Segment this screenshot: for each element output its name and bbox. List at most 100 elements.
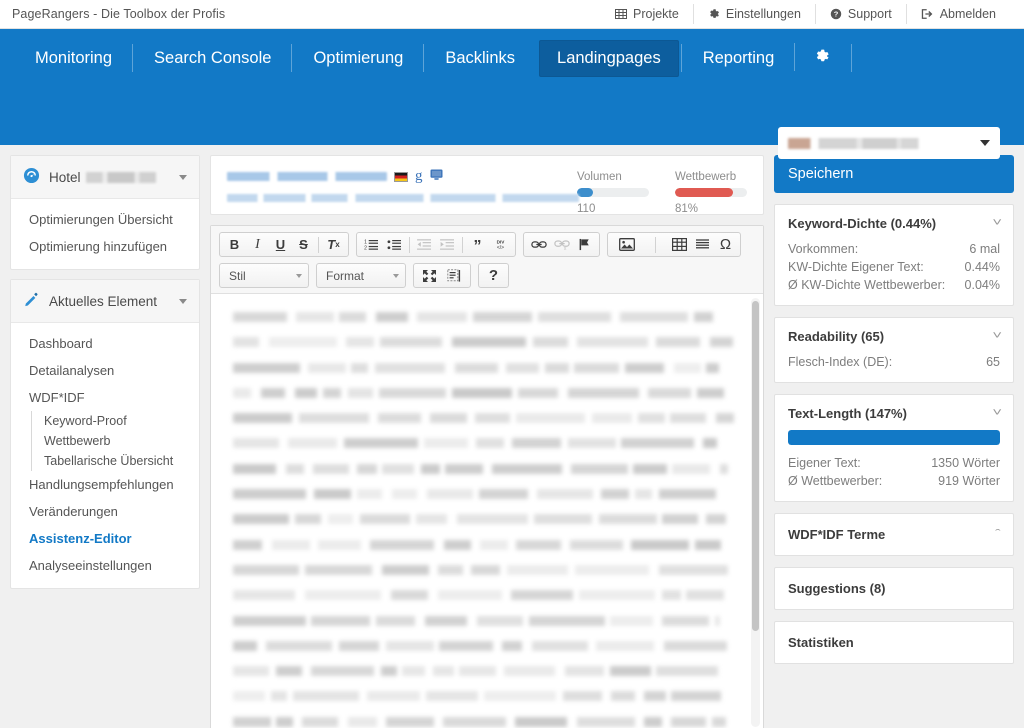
keyword-header: g Volumen 110 Wettbewerb 81% xyxy=(210,155,764,215)
sidebar-group-aktuelles-title: Aktuelles Element xyxy=(49,293,158,309)
card-readability-body: Flesch-Index (DE): 65 xyxy=(775,353,1013,382)
top-link-label: Projekte xyxy=(633,7,679,21)
svg-text:DIV: DIV xyxy=(497,240,506,245)
redacted-text-line xyxy=(233,666,727,677)
chevron-down-icon[interactable]: ˅ xyxy=(992,408,1002,419)
sidebar-item-handlungsempfehlungen[interactable]: Handlungsempfehlungen xyxy=(11,471,199,498)
blockquote-icon[interactable]: ” xyxy=(466,235,489,255)
card-keyword-dichte: Keyword-Dichte (0.44%) ˅ Vorkommen: 6 ma… xyxy=(774,204,1014,306)
editor-scrollbar-thumb[interactable] xyxy=(752,301,759,631)
sidebar-item-tabellarische-uebersicht[interactable]: Tabellarische Übersicht xyxy=(32,451,199,471)
sidebar-item-dashboard[interactable]: Dashboard xyxy=(11,330,199,357)
sidebar-group-hotel-title: Hotel xyxy=(49,170,170,185)
card-title: Statistiken xyxy=(788,635,854,650)
anchor-flag-icon[interactable] xyxy=(573,235,596,254)
redacted-text-line xyxy=(233,413,734,424)
table-icon[interactable] xyxy=(668,235,691,254)
editor-toolbar-row-2: Stil Format ? xyxy=(219,263,755,288)
top-link-einstellungen[interactable]: Einstellungen xyxy=(692,4,815,24)
strikethrough-icon[interactable]: S xyxy=(292,235,315,254)
sidebar-group-title-redacted xyxy=(85,171,156,183)
toolbar-separator xyxy=(655,236,656,253)
card-suggestions-header[interactable]: Suggestions (8) xyxy=(775,568,1013,609)
brand-title: PageRangers - Die Toolbox der Profis xyxy=(12,7,226,21)
chevron-down-icon[interactable]: ˅ xyxy=(992,331,1002,342)
horizontal-rule-icon[interactable] xyxy=(691,235,714,254)
card-keyword-dichte-header[interactable]: Keyword-Dichte (0.44%) ˅ xyxy=(775,205,1013,240)
unlink-icon[interactable]: x xyxy=(550,235,573,254)
speedometer-icon xyxy=(23,167,40,187)
svg-text:</>: </> xyxy=(497,245,504,251)
show-blocks-icon[interactable] xyxy=(442,266,467,285)
link-icon[interactable] xyxy=(527,235,550,254)
nav-tab-landingpages[interactable]: Landingpages xyxy=(539,39,679,77)
nav-tab-reporting[interactable]: Reporting xyxy=(680,40,793,77)
editor-scrollbar[interactable] xyxy=(751,298,760,727)
sidebar-item-assistenz-editor[interactable]: Assistenz-Editor xyxy=(11,525,199,552)
google-plus-icon: g xyxy=(415,168,423,184)
nav-tab-search-console[interactable]: Search Console xyxy=(132,40,289,77)
top-link-support[interactable]: ? Support xyxy=(814,4,906,24)
sidebar-item-keyword-proof[interactable]: Keyword-Proof xyxy=(32,411,199,431)
card-wdf-idf-terme-header[interactable]: WDF*IDF Terme ˆ xyxy=(775,514,1013,555)
card-readability-header[interactable]: Readability (65) ˅ xyxy=(775,318,1013,353)
maximize-icon[interactable] xyxy=(417,266,442,285)
nav-tab-backlinks[interactable]: Backlinks xyxy=(423,40,533,77)
chevron-down-icon[interactable]: ˅ xyxy=(992,218,1002,229)
toolbar-group-help: ? xyxy=(478,263,509,288)
image-icon[interactable] xyxy=(611,235,643,254)
top-utility-bar: PageRangers - Die Toolbox der Profis Pro… xyxy=(0,0,1024,29)
keyword-name-redacted xyxy=(227,172,387,181)
style-select[interactable]: Stil xyxy=(219,263,309,288)
sidebar-item-veraenderungen[interactable]: Veränderungen xyxy=(11,498,199,525)
italic-icon[interactable]: I xyxy=(246,235,269,254)
card-statistiken-header[interactable]: Statistiken xyxy=(775,622,1013,663)
underline-icon[interactable]: U xyxy=(269,235,292,254)
chevron-up-icon[interactable]: ˆ xyxy=(995,529,1001,540)
save-button[interactable]: Speichern xyxy=(774,155,1014,193)
editor-content-area[interactable] xyxy=(211,294,763,728)
sidebar-group-hotel-header[interactable]: Hotel xyxy=(11,156,199,199)
gear-icon xyxy=(708,8,720,20)
kv-row: Vorkommen: 6 mal xyxy=(788,240,1000,258)
sidebar-group-aktuelles-element-header[interactable]: Aktuelles Element xyxy=(11,280,199,323)
redacted-text-line xyxy=(233,438,717,449)
sidebar: Hotel Optimierungen Übersicht Optimierun… xyxy=(10,155,200,598)
sidebar-item-wdf-idf[interactable]: WDF*IDF xyxy=(11,384,199,411)
card-suggestions: Suggestions (8) xyxy=(774,567,1014,610)
sidebar-item-optimierungen-uebersicht[interactable]: Optimierungen Übersicht xyxy=(11,206,199,233)
redacted-text-line xyxy=(233,514,727,525)
bold-icon[interactable]: B xyxy=(223,235,246,254)
svg-text:2: 2 xyxy=(364,246,367,251)
nav-tab-optimierung[interactable]: Optimierung xyxy=(291,40,421,77)
nav-tab-monitoring[interactable]: Monitoring xyxy=(17,40,130,77)
outdent-icon[interactable] xyxy=(413,235,436,254)
kv-label: Ø KW-Dichte Wettbewerber: xyxy=(788,278,946,292)
div-container-icon[interactable]: DIV </> xyxy=(489,235,512,254)
project-select[interactable] xyxy=(778,127,1000,159)
nav-tab-settings[interactable] xyxy=(794,39,846,78)
card-title: Keyword-Dichte (0.44%) xyxy=(788,216,937,231)
svg-text:x: x xyxy=(563,246,566,251)
svg-text:1: 1 xyxy=(364,240,367,246)
top-link-abmelden[interactable]: Abmelden xyxy=(905,4,1010,24)
card-text-length-header[interactable]: Text-Length (147%) ˅ xyxy=(775,395,1013,430)
sidebar-item-wettbewerb[interactable]: Wettbewerb xyxy=(32,431,199,451)
svg-text:?: ? xyxy=(834,10,839,19)
numbered-list-icon[interactable]: 12 xyxy=(360,235,383,254)
sidebar-item-optimierung-hinzufuegen[interactable]: Optimierung hinzufügen xyxy=(11,233,199,260)
bulleted-list-icon[interactable] xyxy=(383,235,406,254)
indent-icon[interactable] xyxy=(436,235,459,254)
top-link-projekte[interactable]: Projekte xyxy=(601,4,693,24)
kv-row: KW-Dichte Eigener Text: 0.44% xyxy=(788,258,1000,276)
card-title: Suggestions (8) xyxy=(788,581,886,596)
remove-format-icon[interactable]: Tx xyxy=(322,235,345,254)
chevron-down-icon xyxy=(179,174,187,180)
special-character-icon[interactable]: Ω xyxy=(714,235,737,254)
sidebar-item-detailanalysen[interactable]: Detailanalysen xyxy=(11,357,199,384)
keyword-title-row: g xyxy=(227,169,577,184)
format-select[interactable]: Format xyxy=(316,263,406,288)
sidebar-item-analyseeinstellungen[interactable]: Analyseeinstellungen xyxy=(11,552,199,579)
redacted-text-line xyxy=(233,387,731,398)
help-button[interactable]: ? xyxy=(482,266,505,285)
